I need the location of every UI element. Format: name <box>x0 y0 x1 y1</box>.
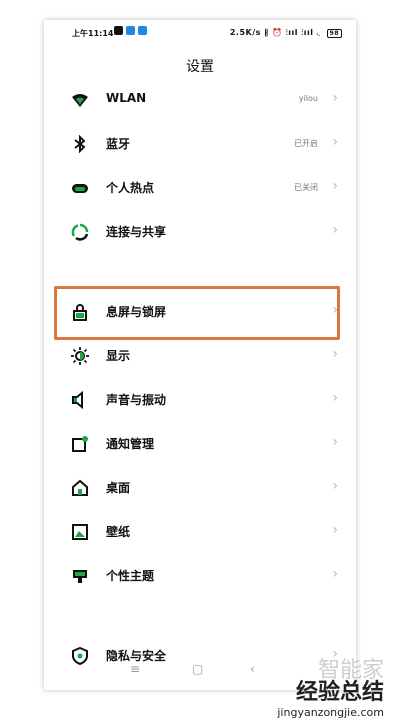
bluetooth-icon <box>74 134 86 154</box>
settings-item-value: yilou <box>298 94 318 103</box>
highlight-box <box>54 286 340 340</box>
settings-item-label: 个人热点 <box>106 181 155 195</box>
home-icon <box>72 479 88 496</box>
speaker-icon <box>72 390 83 410</box>
chevron-right-icon: › <box>332 390 338 406</box>
settings-item-label: WLAN <box>106 91 147 105</box>
watermark-ghost: 智能家 <box>317 658 384 683</box>
settings-item-label: 桌面 <box>106 481 131 495</box>
wallpaper-icon <box>72 524 88 540</box>
battery-icon: 98 <box>326 29 342 38</box>
settings-item-label: 通知管理 <box>106 437 155 451</box>
chevron-right-icon: › <box>332 346 338 362</box>
settings-item-value: 已开启 <box>294 139 318 148</box>
settings-item-bluetooth[interactable]: 蓝牙 已开启 › <box>44 122 356 166</box>
brightness-icon <box>71 347 89 365</box>
chevron-right-icon: › <box>332 134 338 150</box>
chevron-right-icon: › <box>332 522 338 538</box>
menu-button[interactable]: ≡ <box>130 662 140 676</box>
settings-item-value: 已关闭 <box>294 183 318 192</box>
status-app-icons <box>114 26 147 35</box>
hotspot-icon <box>72 184 88 193</box>
settings-item-display[interactable]: 显示 › <box>44 334 356 378</box>
back-button[interactable]: ‹ <box>250 662 255 676</box>
app-notification-icon <box>114 26 123 35</box>
settings-item-connect-share[interactable]: 连接与共享 › <box>44 210 356 254</box>
home-button[interactable]: ▢ <box>192 662 203 676</box>
status-indicators: 2.5K/s ∦ ⏰ ⫶ııl ⫶ııl ◟ 98 <box>230 28 342 38</box>
settings-item-label: 显示 <box>106 349 131 363</box>
settings-item-hotspot[interactable]: 个人热点 已关闭 › <box>44 166 356 210</box>
settings-item-label: 连接与共享 <box>106 225 167 239</box>
status-time: 上午11:14 <box>72 29 114 38</box>
settings-item-label: 个性主题 <box>106 569 155 583</box>
chevron-right-icon: › <box>332 90 338 106</box>
watermark-url: jingyanzongjie.com <box>277 706 384 719</box>
chevron-right-icon: › <box>332 222 338 238</box>
phone-screen: 上午11:14 2.5K/s ∦ ⏰ ⫶ııl ⫶ııl ◟ 98 设置 WLA… <box>44 20 356 690</box>
settings-item-desktop[interactable]: 桌面 › <box>44 466 356 510</box>
settings-item-label: 蓝牙 <box>106 137 131 151</box>
settings-item-wallpaper[interactable]: 壁纸 › <box>44 510 356 554</box>
notification-icon <box>72 436 88 452</box>
chevron-right-icon: › <box>332 478 338 494</box>
settings-item-notifications[interactable]: 通知管理 › <box>44 422 356 466</box>
theme-icon <box>73 570 87 583</box>
status-network-info: 2.5K/s ∦ ⏰ ⫶ııl ⫶ııl ◟ <box>229 28 321 37</box>
page-title: 设置 <box>186 59 214 75</box>
chevron-right-icon: › <box>332 434 338 450</box>
status-bar: 上午11:14 2.5K/s ∦ ⏰ ⫶ııl ⫶ııl ◟ 98 <box>44 20 356 48</box>
settings-item-wlan[interactable]: WLAN yilou › <box>44 78 356 122</box>
app-notification-icon <box>138 26 147 35</box>
wifi-icon <box>72 94 88 107</box>
settings-item-label: 壁纸 <box>106 525 131 539</box>
app-notification-icon <box>126 26 135 35</box>
settings-item-sound[interactable]: 声音与振动 › <box>44 378 356 422</box>
chevron-right-icon: › <box>332 566 338 582</box>
connect-share-icon <box>71 223 89 241</box>
settings-item-label: 声音与振动 <box>106 393 167 407</box>
chevron-right-icon: › <box>332 178 338 194</box>
watermark: 智能家 经验总结 jingyanzongjie.com <box>277 658 384 719</box>
settings-item-themes[interactable]: 个性主题 › <box>44 554 356 598</box>
